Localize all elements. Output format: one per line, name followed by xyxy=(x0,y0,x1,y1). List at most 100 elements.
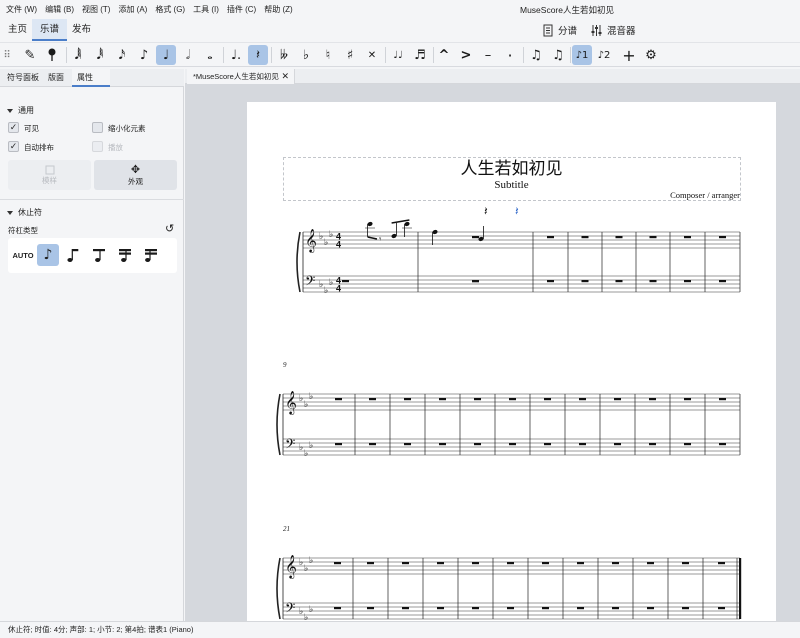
tenuto-icon[interactable]: – xyxy=(478,45,498,65)
tab-publish[interactable]: 发布 xyxy=(64,19,99,41)
flat-icon[interactable]: ♭ xyxy=(296,45,316,65)
note-32nd-icon[interactable]: 𝅘𝅥𝅱 xyxy=(90,45,110,65)
score-tab[interactable]: *MuseScore人生若如初见 ✕ xyxy=(187,69,295,84)
play-checkbox[interactable] xyxy=(92,141,103,152)
whole-rest xyxy=(509,443,516,446)
whole-rest xyxy=(649,398,656,401)
stencil-label: 模样 xyxy=(42,175,57,185)
note-eighth-icon[interactable]: ♪ xyxy=(134,45,154,65)
tab-score[interactable]: 乐谱 xyxy=(32,19,68,41)
whole-rest xyxy=(335,398,342,401)
staccato-icon[interactable]: · xyxy=(500,45,520,65)
sharp-icon[interactable]: ♯ xyxy=(340,45,360,65)
whole-rest xyxy=(719,236,726,239)
rest-section-header[interactable]: 休止符 xyxy=(7,207,42,218)
accent-icon[interactable]: > xyxy=(456,45,476,65)
note-input-pen-icon[interactable]: ✎ xyxy=(20,45,40,65)
beam-break-inner-16th-button[interactable] xyxy=(114,244,136,266)
note-16th-icon[interactable]: 𝅘𝅥𝅯 xyxy=(112,45,132,65)
beam-break-left-button[interactable] xyxy=(62,244,84,266)
reset-icon[interactable]: ↺ xyxy=(165,222,174,235)
whole-rest xyxy=(402,562,409,565)
appearance-button[interactable]: ✥ 外观 xyxy=(94,160,177,190)
menu-view[interactable]: 视图 (T) xyxy=(82,4,110,15)
note-64th-icon[interactable]: 𝅘𝅥𝅲 xyxy=(68,45,88,65)
beam-join-icon xyxy=(145,249,157,262)
whole-rest xyxy=(579,443,586,446)
menu-plugins[interactable]: 插件 (C) xyxy=(227,4,256,15)
score-notation[interactable]: 𝄞𝄢♭♭♭♭♭♭4444𝄾𝄽 𝄽 𝄞𝄢♭♭♭♭♭♭ 𝄞𝄢♭♭♭♭♭♭ 9 21 xyxy=(247,102,776,621)
rest-icon[interactable]: 𝄽 xyxy=(248,45,268,65)
system-1[interactable]: 𝄞𝄢♭♭♭♭♭♭4444𝄾𝄽 𝄽 xyxy=(296,204,741,296)
double-flat-icon[interactable]: 𝄫 xyxy=(274,45,294,65)
system-2[interactable]: 𝄞𝄢♭♭♭♭♭♭ xyxy=(276,390,741,459)
tab-home[interactable]: 主页 xyxy=(0,19,35,41)
menu-help[interactable]: 帮助 (Z) xyxy=(264,4,292,15)
score-canvas[interactable]: 人生若如初见 Subtitle Composer / arranger 𝄞 𝄢 ♭ ♭… xyxy=(185,84,800,621)
whole-rest xyxy=(334,562,341,565)
voice-2-icon[interactable]: ♪2 xyxy=(594,45,614,65)
note-half-icon[interactable]: 𝅗𝅥 xyxy=(178,45,198,65)
menu-tools[interactable]: 工具 (I) xyxy=(193,4,219,15)
grip-icon[interactable]: ⠿ xyxy=(0,45,14,65)
brace xyxy=(296,231,301,293)
autoplace-checkbox[interactable]: ✓ xyxy=(8,141,19,152)
system-3[interactable]: 𝄞𝄢♭♭♭♭♭♭ xyxy=(276,554,742,621)
whole-rest xyxy=(718,607,725,610)
double-sharp-icon[interactable]: ✕ xyxy=(362,45,382,65)
tab-properties[interactable]: 属性 ··· xyxy=(72,69,110,100)
whole-rest xyxy=(367,607,374,610)
whole-rest xyxy=(342,280,349,283)
settings-icon[interactable]: ⚙ xyxy=(641,45,661,65)
note-whole-icon[interactable]: 𝅝 xyxy=(200,45,220,65)
voice-1-icon[interactable]: ♪1 xyxy=(572,45,592,65)
menu-add[interactable]: 添加 (A) xyxy=(118,4,147,15)
add-icon[interactable]: + xyxy=(619,45,639,65)
tie-icon[interactable]: ♩♩ xyxy=(388,45,408,65)
parts-button[interactable]: 分谱 xyxy=(542,22,577,38)
key-flat: ♭ xyxy=(309,441,313,451)
stencil-button[interactable]: 模样 xyxy=(8,160,91,190)
whole-rest xyxy=(334,607,341,610)
minimize-checkbox[interactable] xyxy=(92,122,103,133)
augmentation-dot-icon[interactable]: ♩. xyxy=(226,45,246,65)
whole-rest xyxy=(577,607,584,610)
whole-rest xyxy=(404,398,411,401)
window-title: MuseScore人生若如初见 xyxy=(520,5,614,15)
pin-icon[interactable] xyxy=(42,45,62,65)
whole-rest xyxy=(579,398,586,401)
whole-rest xyxy=(472,562,479,565)
whole-rest xyxy=(647,562,654,565)
key-flat: ♭ xyxy=(309,556,313,566)
slur-icon[interactable]: ♬ xyxy=(410,45,430,65)
beam-break-left-icon xyxy=(67,249,79,262)
flip-direction-icon[interactable]: ♫ xyxy=(548,45,568,65)
key-flat: ♭ xyxy=(319,232,323,242)
visible-checkbox[interactable]: ✓ xyxy=(8,122,19,133)
tab-instruments[interactable]: 版面 xyxy=(43,69,69,87)
appearance-label: 外观 xyxy=(128,177,143,186)
key-flat: ♭ xyxy=(299,443,303,453)
left-panel-tabs: 符号面板 版面 属性 ··· xyxy=(0,69,184,100)
menu-edit[interactable]: 编辑 (B) xyxy=(45,4,74,15)
mixer-button[interactable]: 混音器 xyxy=(590,22,636,38)
tab-palettes[interactable]: 符号面板 xyxy=(2,69,44,87)
tab-properties-label: 属性 xyxy=(77,73,93,82)
note-quarter-icon[interactable]: ♩ xyxy=(156,45,176,65)
natural-icon[interactable]: ♮ xyxy=(318,45,338,65)
general-section-header[interactable]: 通用 xyxy=(7,105,34,116)
score-page[interactable]: 人生若如初见 Subtitle Composer / arranger 𝄞 𝄢 ♭ ♭… xyxy=(247,102,776,621)
menu-format[interactable]: 格式 (G) xyxy=(155,4,185,15)
tuplet-icon[interactable]: ♫ xyxy=(526,45,546,65)
whole-rest xyxy=(612,562,619,565)
time-sig: 4 xyxy=(336,284,341,294)
beam-no-beam-button[interactable]: ♪ xyxy=(37,244,59,266)
whole-rest xyxy=(507,607,514,610)
beam-break-inner-8th-button[interactable] xyxy=(88,244,110,266)
menu-file[interactable]: 文件 (W) xyxy=(6,4,37,15)
close-icon[interactable]: ✕ xyxy=(281,69,289,84)
whole-rest xyxy=(577,562,584,565)
beam-join-button[interactable] xyxy=(140,244,162,266)
marcato-icon[interactable]: ^ xyxy=(434,45,454,65)
beam-auto-button[interactable]: AUTO xyxy=(12,244,34,266)
